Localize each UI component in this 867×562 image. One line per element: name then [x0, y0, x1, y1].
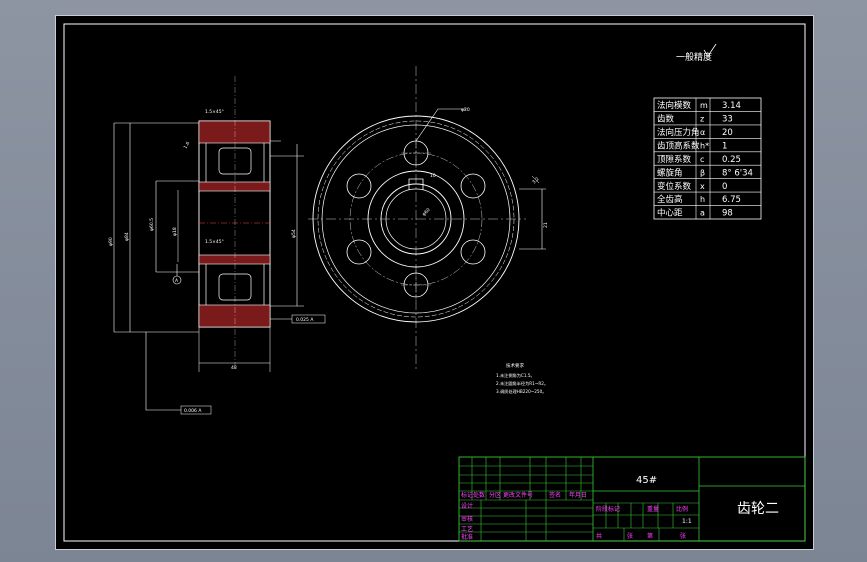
- tech-req-title: 技术要求: [506, 362, 524, 369]
- dim-key-depth: 21: [543, 222, 549, 228]
- param-value: 8° 6'34: [722, 168, 753, 178]
- dim-key-width: 10: [430, 173, 436, 179]
- param-name: 全齿高: [657, 194, 683, 205]
- param-name: 变位系数: [657, 181, 692, 192]
- rev-header: 处数: [473, 491, 485, 499]
- sign-label: 审核: [461, 515, 473, 523]
- drawing-viewport[interactable]: 一般精度 1.5×45° 1.5×45° 1.6 φ60.5 φ90 φ18 φ…: [55, 15, 814, 550]
- param-value: 33: [722, 115, 733, 125]
- cad-drawing: 一般精度 1.5×45° 1.5×45° 1.6 φ60.5 φ90 φ18 φ…: [63, 23, 806, 542]
- param-symbol: m: [700, 101, 708, 110]
- param-symbol: a: [700, 209, 705, 218]
- sheet-label: 张: [627, 532, 633, 540]
- gtol-runout: 0.025 A: [296, 317, 314, 323]
- gtol-flatness: 0.006 A: [184, 408, 202, 414]
- datum-letter: A: [175, 278, 179, 284]
- tech-req-item: 3.调质处理HB220~250。: [496, 388, 546, 395]
- stage-header: 阶段标记: [596, 505, 620, 513]
- param-symbol: z: [700, 115, 704, 124]
- sign-label: 工艺: [461, 525, 473, 533]
- param-symbol: x: [700, 182, 705, 191]
- param-value: 6.75: [722, 195, 741, 205]
- param-symbol: α: [700, 128, 705, 137]
- sheet-label: 张: [680, 532, 686, 540]
- param-value: 20: [722, 128, 733, 138]
- part-name: 齿轮二: [737, 501, 779, 517]
- param-name: 法向模数: [657, 100, 692, 111]
- param-name: 螺旋角: [657, 167, 683, 178]
- dim-roughness-front: 3.2: [531, 176, 540, 185]
- dim-roughness: 1.6: [183, 141, 192, 150]
- rev-header: 签名: [549, 491, 561, 499]
- material-label: 45#: [636, 475, 657, 486]
- param-value: 0.25: [722, 155, 741, 165]
- dim-root: φ84: [124, 232, 130, 241]
- param-symbol: h: [700, 195, 705, 204]
- param-value: 1: [722, 141, 727, 151]
- stage-header: 重量: [647, 505, 659, 513]
- param-name: 法向压力角: [657, 127, 700, 138]
- param-symbol: β: [700, 168, 705, 177]
- rev-header: 年月日: [569, 491, 587, 499]
- dim-pitch-circle: φ60: [421, 207, 431, 217]
- rev-header: 标记: [461, 491, 473, 499]
- param-name: 齿顶高系数: [657, 140, 700, 151]
- param-symbol: c: [700, 155, 704, 164]
- sign-label: 设计: [461, 502, 473, 510]
- scale-value: 1:1: [682, 518, 692, 525]
- param-value: 98: [722, 209, 733, 219]
- dim-width: 48: [231, 365, 237, 371]
- dim-bore: φ60.5: [149, 218, 155, 231]
- dim-chamfer-mid: 1.5×45°: [205, 239, 224, 245]
- dim-inner: φ18: [172, 227, 178, 236]
- dim-tip-diameter: φ90: [108, 237, 114, 246]
- param-value: 0: [722, 182, 727, 192]
- param-value: 3.14: [722, 101, 741, 111]
- rev-header: 更改文件号: [503, 491, 533, 499]
- tech-req-item: 2.未注圆角半径为R1~R2。: [496, 380, 548, 387]
- param-name: 齿数: [657, 114, 675, 125]
- technical-requirements: 技术要求 1.未注倒角为C1.5。 2.未注圆角半径为R1~R2。 3.调质处理…: [496, 362, 548, 395]
- sheet-label: 共: [596, 532, 602, 540]
- rev-header: 分区: [489, 491, 501, 499]
- param-symbol: h*: [700, 141, 709, 150]
- surface-note: 一般精度: [676, 51, 712, 63]
- param-name: 中心距: [657, 208, 683, 219]
- sign-label: 批准: [461, 533, 473, 541]
- front-view: [308, 66, 546, 372]
- front-dimension-labels: φ20 φ60 21 10 3.2: [421, 107, 549, 228]
- param-name: 顶隙系数: [657, 154, 692, 165]
- stage-header: 比例: [676, 505, 688, 513]
- dim-chamfer-top: 1.5×45°: [205, 109, 224, 115]
- sheet-label: 第: [647, 532, 653, 540]
- tech-req-item: 1.未注倒角为C1.5。: [496, 372, 535, 379]
- title-block: 45# 齿轮二 1:1 标记 处数 分区 更改文件号 签名 年月日 阶段标记 重…: [458, 456, 806, 542]
- dim-hub: φ54: [291, 229, 297, 238]
- gear-parameter-table: 法向模数 m 3.14 齿数 z 33 法向压力角 α 20 齿顶高系数 h* 1 顶隙系数 c 0.25 螺…: [653, 97, 762, 220]
- dim-hole: φ20: [461, 107, 470, 113]
